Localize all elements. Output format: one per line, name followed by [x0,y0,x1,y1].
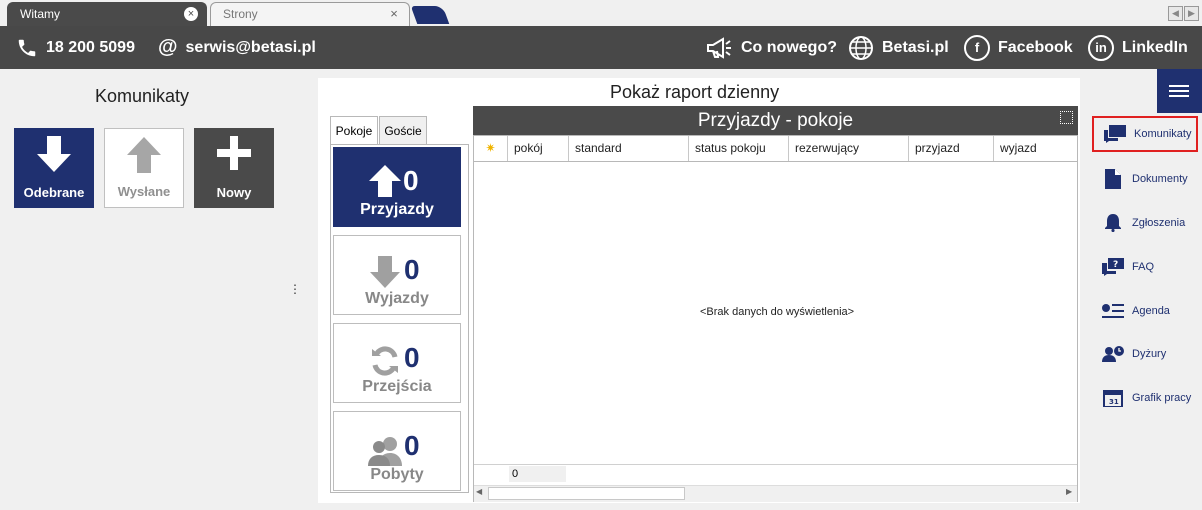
transfers-tile[interactable]: 0 Przejścia [333,323,461,403]
at-icon: @ [158,36,178,58]
plus-icon [217,136,251,170]
window-bottom-edge [0,503,1202,510]
svg-text:31: 31 [1109,398,1119,406]
empty-grid-message: <Brak danych do wyświetlenia> [700,306,855,318]
new-message-button[interactable]: Nowy [194,128,274,208]
arrow-down-icon [37,136,71,172]
tab-witamy[interactable]: Witamy × [7,2,207,26]
svg-text:?: ? [1113,260,1118,270]
tab-guests[interactable]: Goście [379,116,427,144]
sidebar-item-komunikaty[interactable]: Komunikaty [1092,116,1198,152]
faq-icon: ? [1102,258,1124,276]
summary-count: 0 [509,466,566,482]
arrow-up-icon [127,137,161,173]
sidebar-item-label: Agenda [1132,305,1170,317]
sidebar-item-label: Grafik pracy [1132,392,1192,404]
site-link[interactable]: Betasi.pl [848,26,949,69]
sidebar-item-faq[interactable]: ? FAQ [1092,249,1198,285]
received-label: Odebrane [23,185,85,200]
header-bar: 18 200 5099 @ serwis@betasi.pl Co nowego… [0,26,1202,69]
transfers-count: 0 [404,342,420,373]
new-message-label: Nowy [216,185,252,200]
arrivals-tile[interactable]: 0 Przyjazdy [333,147,461,227]
phone-contact[interactable]: 18 200 5099 [16,26,135,69]
departures-label: Wyjazdy [365,290,429,307]
scroll-right-button[interactable]: ▶ [1184,6,1199,21]
column-header[interactable]: standard [568,136,688,161]
users-icon [368,437,402,466]
scroll-right-arrow-icon[interactable]: ▶ [1066,487,1072,496]
departures-tile[interactable]: 0 Wyjazdy [333,235,461,315]
chat-icon [1104,125,1126,143]
sidebar-item-label: Dokumenty [1132,173,1188,185]
messages-title: Komunikaty [95,86,190,106]
calendar-icon: 31 [1103,390,1123,407]
agenda-icon [1102,304,1124,318]
received-button[interactable]: Odebrane [14,128,94,208]
departures-count: 0 [404,254,420,285]
new-row-star-icon[interactable]: ✷ [474,136,507,161]
column-header[interactable]: status pokoju [688,136,788,161]
bell-icon [1105,214,1121,232]
arrow-down-icon [370,256,400,288]
email-contact[interactable]: @ serwis@betasi.pl [158,26,316,69]
linkedin-link[interactable]: in LinkedIn [1088,26,1188,69]
grid-title: Przyjazdy - pokoje [473,106,1078,135]
stays-label: Pobyty [370,466,424,483]
transfers-label: Przejścia [362,378,432,395]
sent-button[interactable]: Wysłane [104,128,184,208]
email-address: serwis@betasi.pl [185,39,316,56]
facebook-link[interactable]: f Facebook [964,26,1073,69]
arrivals-grid [473,135,1078,502]
column-header[interactable]: rezerwujący [788,136,908,161]
panel-splitter-handle[interactable]: ⋮ [289,282,301,296]
phone-icon [18,39,36,56]
column-header[interactable]: pokój [507,136,568,161]
close-icon[interactable]: × [184,7,198,21]
daily-report-title: Pokaż raport dzienny [610,82,780,102]
sidebar-item-label: Zgłoszenia [1132,217,1186,229]
scroll-left-button[interactable]: ◀ [1168,6,1183,21]
sidebar-item-label: Dyżury [1132,348,1167,360]
globe-icon [849,35,873,60]
sidebar-item-dokumenty[interactable]: Dokumenty [1092,161,1198,197]
sidebar-item-agenda[interactable]: Agenda [1092,293,1198,329]
sidebar-item-label: FAQ [1132,261,1155,273]
column-header[interactable]: wyjazd [993,136,1077,161]
sent-label: Wysłane [117,184,171,199]
site-label: Betasi.pl [882,39,949,56]
menu-icon[interactable] [1157,69,1202,113]
arrivals-count: 0 [403,165,419,196]
news-label: Co nowego? [741,39,837,56]
scrollbar-thumb[interactable] [488,487,685,500]
phone-number: 18 200 5099 [46,39,135,56]
tab-rooms[interactable]: Pokoje [330,116,378,144]
refresh-icon [372,346,398,376]
arrow-up-icon [369,165,401,197]
close-icon[interactable]: × [387,7,401,21]
arrivals-label: Przyjazdy [360,201,434,218]
tab-strony-label: Strony [223,7,258,21]
document-icon [1105,169,1121,189]
linkedin-icon: in [1088,34,1114,61]
sidebar-item-zgloszenia[interactable]: Zgłoszenia [1092,205,1198,241]
linkedin-label: LinkedIn [1122,39,1188,56]
sidebar-item-label: Komunikaty [1134,128,1192,140]
megaphone-icon [707,36,731,59]
tab-witamy-label: Witamy [20,7,60,21]
facebook-icon: f [964,34,990,61]
sidebar-item-dyzury[interactable]: Dyżury [1092,336,1198,372]
stays-count: 0 [404,430,420,461]
facebook-label: Facebook [998,39,1073,56]
column-header[interactable]: przyjazd [908,136,993,161]
tab-strony[interactable]: Strony × [210,2,410,26]
sidebar-item-grafik[interactable]: 31 Grafik pracy [1092,380,1198,416]
scroll-left-arrow-icon[interactable]: ◀ [476,487,482,496]
news-link[interactable]: Co nowego? [705,26,837,69]
select-icon[interactable] [1060,111,1073,124]
stays-tile[interactable]: 0 Pobyty [333,411,461,491]
duty-icon [1102,346,1124,362]
